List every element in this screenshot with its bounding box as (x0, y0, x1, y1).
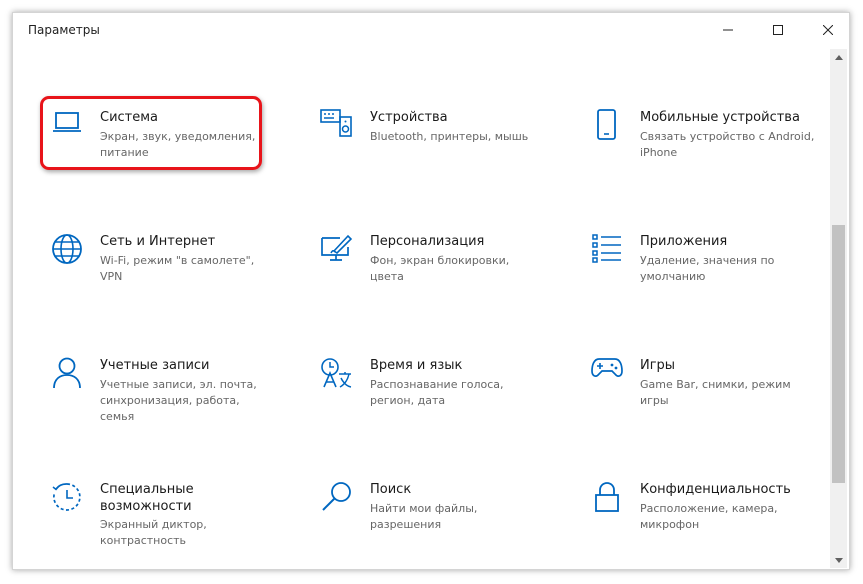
scroll-thumb[interactable] (832, 225, 845, 483)
tile-desc-line: Связать устройство с Android, (640, 130, 815, 143)
tile-desc-line: Учетные записи, эл. почта, (100, 378, 257, 391)
tile-title: Приложения (640, 234, 728, 249)
settings-window: Параметры Система Экран, звук, уведомлен… (12, 12, 850, 570)
lock-icon (590, 481, 624, 515)
gamepad-icon (590, 357, 624, 391)
highlight-frame (40, 96, 262, 170)
apps-list-icon (590, 233, 624, 267)
tile-title: Время и язык (370, 358, 463, 373)
devices-icon (320, 109, 354, 143)
tile-title: Поиск (370, 482, 412, 497)
time-language-icon (320, 357, 354, 391)
tile-desc-line: умолчанию (640, 270, 706, 283)
tile-desc-line: разрешения (370, 518, 442, 531)
tile-desc-line: VPN (100, 270, 123, 283)
tile-search[interactable]: Поиск Найти мои файлы, разрешения (320, 481, 570, 569)
tile-desc-line: игры (640, 394, 669, 407)
tile-time-language[interactable]: Время и язык Распознавание голоса, регио… (320, 357, 570, 447)
scroll-up-icon (834, 54, 843, 60)
tile-desc-line: микрофон (640, 518, 700, 531)
vertical-scrollbar[interactable] (830, 49, 847, 568)
maximize-icon (773, 25, 783, 35)
tile-desc-line: Фон, экран блокировки, цвета (370, 254, 510, 283)
tile-desc-line: Найти мои файлы, (370, 502, 478, 515)
tile-title: Специальные (100, 482, 194, 497)
tile-desc-line: регион, дата (370, 394, 446, 407)
globe-icon (50, 233, 84, 267)
tile-network[interactable]: Сеть и Интернет Wi-Fi, режим "в самолете… (50, 233, 300, 323)
tile-desc-line: контрастность (100, 534, 187, 547)
tile-privacy[interactable]: Конфиденциальность Расположение, камера,… (590, 481, 840, 569)
accessibility-icon (50, 481, 84, 515)
title-bar[interactable]: Параметры (13, 13, 849, 49)
minimize-button[interactable] (705, 13, 751, 47)
scroll-down-button[interactable] (830, 552, 847, 568)
minimize-icon (723, 29, 733, 31)
tile-accessibility[interactable]: Специальные возможности Экранный диктор,… (50, 481, 300, 569)
person-icon (50, 357, 84, 391)
window-title: Параметры (28, 23, 100, 37)
tile-title: Персонализация (370, 234, 485, 249)
tile-mobile[interactable]: Мобильные устройства Связать устройство … (590, 109, 840, 199)
scroll-up-button[interactable] (830, 49, 847, 65)
personalization-icon (320, 233, 354, 267)
tile-desc-line: Удаление, значения по (640, 254, 775, 267)
tile-title: Мобильные устройства (640, 110, 800, 125)
tile-desc-line: синхронизация, работа, семья (100, 394, 240, 423)
tile-desc-line: Распознавание голоса, (370, 378, 504, 391)
tile-desc-line: Wi-Fi, режим "в самолете", (100, 254, 255, 267)
tile-title: Конфиденциальность (640, 482, 791, 497)
tile-desc-line: Game Bar, снимки, режим (640, 378, 791, 391)
tile-devices[interactable]: Устройства Bluetooth, принтеры, мышь (320, 109, 570, 199)
tile-apps[interactable]: Приложения Удаление, значения по умолчан… (590, 233, 840, 323)
tile-gaming[interactable]: Игры Game Bar, снимки, режим игры (590, 357, 840, 447)
tile-title: Игры (640, 358, 676, 373)
scroll-down-icon (834, 557, 843, 563)
close-icon (823, 25, 833, 35)
tile-desc-line: Расположение, камера, (640, 502, 778, 515)
tile-desc-line: Bluetooth, принтеры, мышь (370, 130, 529, 143)
tile-title: Устройства (370, 110, 448, 125)
tile-personalization[interactable]: Персонализация Фон, экран блокировки, цв… (320, 233, 570, 323)
close-button[interactable] (805, 13, 849, 47)
tile-desc-line: iPhone (640, 146, 678, 159)
tile-title: Сеть и Интернет (100, 234, 216, 249)
tile-desc-line: Экранный диктор, (100, 518, 207, 531)
tile-accounts[interactable]: Учетные записи Учетные записи, эл. почта… (50, 357, 300, 447)
phone-icon (590, 109, 624, 143)
tile-title: возможности (100, 499, 192, 514)
maximize-button[interactable] (755, 13, 801, 47)
search-icon (320, 481, 354, 515)
tile-title: Учетные записи (100, 358, 210, 373)
